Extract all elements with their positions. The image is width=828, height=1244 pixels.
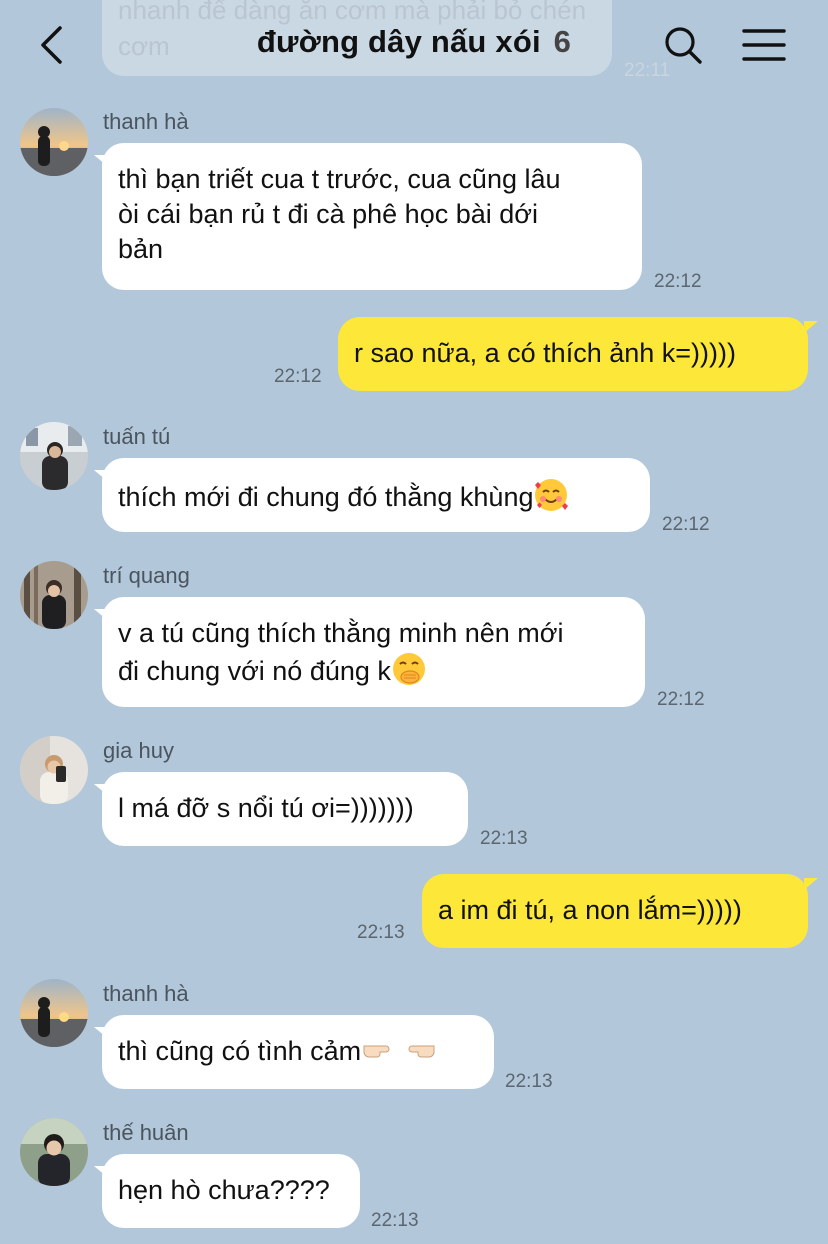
- avatar-photo-mirror-selfie-icon: [20, 736, 88, 804]
- pointing-hands-emoji: [361, 1036, 437, 1066]
- message-time: 22:13: [371, 1210, 419, 1231]
- message-bubble-incoming[interactable]: l má đỡ s nổi tú ơi=))))))): [94, 772, 468, 846]
- message-text-line: v a tú cũng thích thằng minh nên mới: [118, 618, 564, 648]
- avatar-thanh-ha[interactable]: [20, 108, 88, 176]
- avatar-tuan-tu[interactable]: [20, 422, 88, 490]
- message-text: r sao nữa, a có thích ảnh k=))))): [354, 338, 736, 368]
- chat-name: đường dây nấu xói: [256, 24, 541, 59]
- sender-name: gia huy: [103, 738, 174, 763]
- message-time: 22:12: [654, 271, 702, 292]
- avatar-the-huan[interactable]: [20, 1118, 88, 1186]
- sender-name: thanh hà: [103, 981, 189, 1006]
- sender-name: tuấn tú: [103, 424, 171, 449]
- sender-name: thanh hà: [103, 109, 189, 134]
- message-text: thì cũng có tình cảm: [118, 1036, 362, 1066]
- hand-pointing-right-icon: [363, 1045, 390, 1058]
- avatar-photo-forest-icon: [20, 561, 88, 629]
- chat-header: đường dây nấu xói 6: [0, 0, 828, 90]
- sender-name: thế huân: [103, 1120, 189, 1145]
- hamburger-menu-icon: [742, 29, 786, 61]
- search-button[interactable]: [660, 22, 706, 68]
- message-bubble-outgoing[interactable]: r sao nữa, a có thích ảnh k=))))): [338, 317, 818, 391]
- message-time: 22:13: [357, 922, 405, 943]
- message-text: l má đỡ s nổi tú ơi=))))))): [118, 793, 414, 823]
- hand-pointing-left-icon: [408, 1045, 435, 1058]
- avatar-tri-quang[interactable]: [20, 561, 88, 629]
- message-text: hẹn hò chưa????: [118, 1175, 330, 1205]
- message-time: 22:13: [480, 828, 528, 849]
- message-bubble-incoming[interactable]: thì bạn triết cua t trước, cua cũng lâu …: [94, 143, 642, 290]
- message-text: thì bạn triết cua t trước, cua cũng lâu …: [118, 164, 561, 264]
- message-text-line: đi chung với nó đúng k: [118, 651, 629, 689]
- message-text: a im đi tú, a non lắm=))))): [438, 895, 742, 925]
- message-bubble-incoming[interactable]: v a tú cũng thích thằng minh nên mới đi …: [94, 597, 645, 707]
- message-time: 22:12: [662, 514, 710, 535]
- message-bubble-incoming[interactable]: hẹn hò chưa????: [94, 1154, 360, 1228]
- smiling-face-with-hearts-emoji: [535, 479, 569, 511]
- sender-name: trí quang: [103, 563, 190, 588]
- avatar-photo-person-icon: [20, 1118, 88, 1186]
- avatar-gia-huy[interactable]: [20, 736, 88, 804]
- message-time: 22:12: [657, 689, 705, 710]
- chat-room: nhanh để dàng ăn cơm mà phải bỏ chén cơm…: [0, 0, 828, 1244]
- message-bubble-incoming[interactable]: thì cũng có tình cảm: [94, 1015, 494, 1089]
- message-text: thích mới đi chung đó thằng khùng: [118, 482, 534, 512]
- hand-over-mouth-emoji: [392, 653, 425, 685]
- message-bubble-incoming[interactable]: thích mới đi chung đó thằng khùng: [94, 458, 650, 532]
- menu-button[interactable]: [740, 22, 788, 68]
- message-bubble-outgoing[interactable]: a im đi tú, a non lắm=))))): [422, 874, 818, 948]
- avatar-photo-person-icon: [20, 422, 88, 490]
- message-time: 22:13: [505, 1071, 553, 1092]
- avatar-thanh-ha[interactable]: [20, 979, 88, 1047]
- search-icon: [665, 27, 702, 64]
- member-count: 6: [553, 24, 572, 59]
- message-text: đi chung với nó đúng k: [118, 656, 391, 686]
- avatar-photo-sunset-icon: [20, 979, 88, 1047]
- avatar-photo-sunset-icon: [20, 108, 88, 176]
- message-time: 22:12: [274, 366, 322, 387]
